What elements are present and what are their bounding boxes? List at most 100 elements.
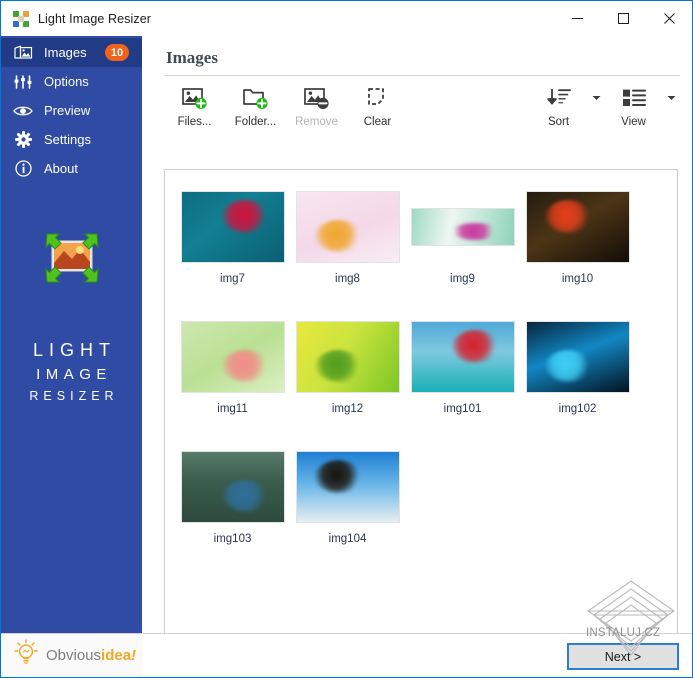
image-item[interactable]: img104 — [290, 444, 405, 574]
image-caption: img7 — [220, 273, 245, 285]
close-button[interactable] — [646, 1, 692, 36]
view-label: View — [621, 116, 646, 128]
thumbnail-subject — [315, 460, 362, 492]
thumbnail-subject — [315, 220, 362, 252]
image-grid: img7 img8 img9 img10 img11 img12 img101 img102 i… — [165, 170, 677, 574]
sidebar-nav: Images 10 Options — [1, 36, 142, 183]
image-thumbnail — [181, 451, 285, 523]
image-caption: img104 — [329, 533, 367, 545]
thumbnail-container — [411, 314, 515, 400]
image-thumbnail — [181, 321, 285, 393]
chevron-down-icon — [667, 95, 676, 101]
thumbnail-container — [296, 444, 400, 530]
brand-line-3: RESIZER — [24, 387, 118, 406]
image-thumbnail — [411, 208, 515, 246]
image-list-panel[interactable]: img7 img8 img9 img10 img11 img12 img101 img102 i… — [164, 169, 678, 659]
add-files-button[interactable]: Files... — [164, 83, 225, 128]
view-list-icon — [621, 83, 647, 113]
image-thumbnail — [181, 191, 285, 263]
brand-line-1: LIGHT — [24, 337, 118, 364]
obviousidea-logo[interactable]: Obviousidea! — [1, 633, 142, 677]
next-button[interactable]: Next > — [567, 643, 679, 670]
sidebar-item-about[interactable]: About — [1, 154, 142, 183]
sidebar-item-images[interactable]: Images 10 — [1, 38, 142, 67]
thumbnail-subject — [545, 350, 592, 382]
window-title: Light Image Resizer — [38, 12, 151, 26]
image-item[interactable]: img102 — [520, 314, 635, 444]
gear-icon — [12, 130, 34, 150]
main-content: Images Files... — [142, 36, 692, 633]
image-caption: img103 — [214, 533, 252, 545]
toolbar: Files... Folder... — [164, 83, 678, 141]
sidebar: Images 10 Options — [1, 36, 142, 633]
obviousidea-text-c: ! — [131, 647, 136, 664]
thumbnail-container — [526, 184, 630, 270]
thumbnail-container — [526, 314, 630, 400]
thumbnail-subject — [222, 350, 269, 382]
image-item[interactable]: img101 — [405, 314, 520, 444]
sidebar-item-preview[interactable]: Preview — [1, 96, 142, 125]
sort-button[interactable]: Sort — [528, 83, 589, 128]
add-folder-label: Folder... — [235, 116, 277, 128]
view-dropdown-button[interactable] — [664, 83, 678, 113]
image-thumbnail — [296, 191, 400, 263]
image-item[interactable]: img8 — [290, 184, 405, 314]
add-files-label: Files... — [178, 116, 212, 128]
thumbnail-container — [296, 184, 400, 270]
title-bar: Light Image Resizer — [1, 1, 692, 36]
image-item[interactable]: img11 — [175, 314, 290, 444]
sidebar-item-settings[interactable]: Settings — [1, 125, 142, 154]
thumbnail-container — [181, 314, 285, 400]
image-thumbnail — [411, 321, 515, 393]
sidebar-item-label: Preview — [44, 103, 142, 118]
image-item[interactable]: img10 — [520, 184, 635, 314]
image-item[interactable]: img7 — [175, 184, 290, 314]
brand-block: LIGHT IMAGE RESIZER — [1, 231, 142, 406]
app-window: Light Image Resizer — [0, 0, 693, 678]
image-item[interactable]: img12 — [290, 314, 405, 444]
add-folder-button[interactable]: Folder... — [225, 83, 286, 128]
remove-button[interactable]: Remove — [286, 83, 347, 128]
add-image-icon — [182, 83, 208, 113]
image-item[interactable]: img103 — [175, 444, 290, 574]
image-thumbnail — [296, 321, 400, 393]
chevron-down-icon — [592, 95, 601, 101]
thumbnail-subject — [545, 200, 592, 232]
sort-dropdown-button[interactable] — [589, 83, 603, 113]
image-caption: img9 — [450, 273, 475, 285]
image-thumbnail — [526, 191, 630, 263]
image-caption: img10 — [562, 273, 593, 285]
image-caption: img12 — [332, 403, 363, 415]
images-icon — [12, 43, 34, 63]
eye-icon — [12, 101, 34, 121]
images-count-badge: 10 — [105, 44, 129, 61]
image-caption: img8 — [335, 273, 360, 285]
thumbnail-container — [181, 184, 285, 270]
thumbnail-subject — [222, 200, 269, 232]
obviousidea-wordmark: Obviousidea! — [46, 647, 136, 664]
image-caption: img102 — [559, 403, 597, 415]
remove-label: Remove — [295, 116, 338, 128]
maximize-button[interactable] — [600, 1, 646, 36]
window-controls — [554, 1, 692, 36]
thumbnail-container — [181, 444, 285, 530]
image-caption: img101 — [444, 403, 482, 415]
info-icon — [12, 159, 34, 179]
sort-group: Sort — [528, 83, 603, 128]
image-item[interactable]: img9 — [405, 184, 520, 314]
clear-button[interactable]: Clear — [347, 83, 408, 128]
maximize-icon — [617, 12, 630, 25]
sidebar-item-label: Settings — [44, 132, 142, 147]
view-button[interactable]: View — [603, 83, 664, 128]
thumbnail-subject — [315, 350, 362, 382]
clear-icon — [367, 83, 389, 113]
image-caption: img11 — [217, 403, 247, 415]
obviousidea-text-b: idea — [101, 647, 131, 664]
title-divider — [164, 75, 680, 76]
minimize-button[interactable] — [554, 1, 600, 36]
sidebar-item-options[interactable]: Options — [1, 67, 142, 96]
minimize-icon — [571, 12, 584, 25]
view-group: View — [603, 83, 678, 128]
thumbnail-container — [296, 314, 400, 400]
app-logo-icon — [13, 11, 29, 27]
